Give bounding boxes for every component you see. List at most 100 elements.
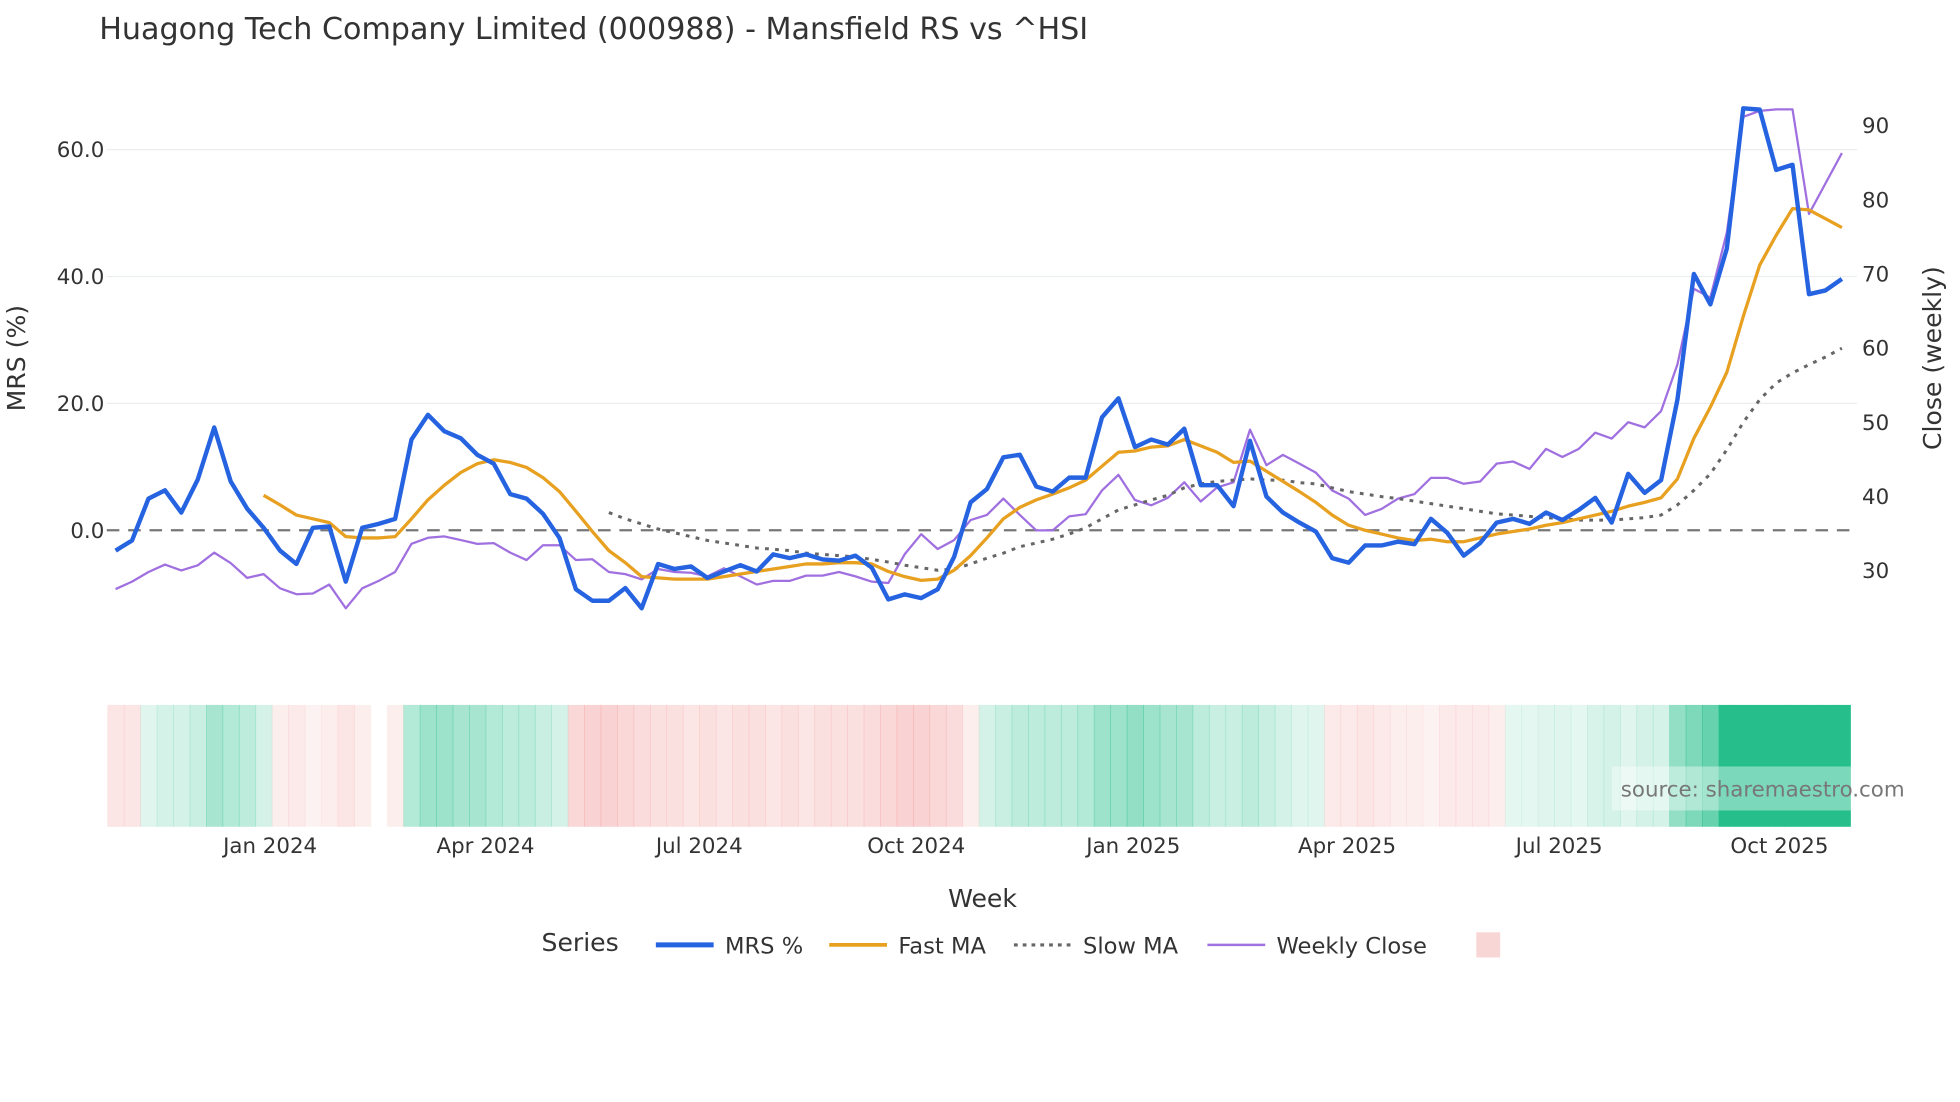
x-tick-label: Jan 2025 [1084, 834, 1180, 859]
right-tick-label: 40 [1862, 485, 1889, 510]
heatmap-cell [978, 704, 996, 827]
left-tick-label: 0.0 [70, 519, 104, 544]
heatmap-cell [238, 704, 257, 827]
heatmap-cell [1110, 704, 1128, 827]
heatmap-cell [765, 704, 783, 827]
heatmap-cell [1422, 704, 1440, 827]
heatmap-cell [880, 704, 898, 827]
heatmap-cell [617, 704, 635, 827]
heatmap-cell [1291, 704, 1309, 827]
heatmap-cell [1488, 704, 1506, 827]
right-tick-label: 30 [1862, 559, 1889, 584]
right-tick-label: 80 [1862, 188, 1889, 213]
heatmap-cell [469, 704, 487, 827]
x-tick-label: Apr 2024 [436, 834, 534, 859]
heatmap-cell [337, 704, 355, 827]
series-line-fast-ma [262, 206, 1843, 583]
legend-label-slow-ma: Slow MA [1083, 934, 1179, 960]
legend-item-fast-ma[interactable]: Fast MA [829, 934, 986, 960]
heatmap-cell [1570, 704, 1588, 827]
heatmap-cell [896, 704, 914, 827]
heatmap-cell [501, 704, 520, 827]
left-axis-title: MRS (%) [2, 305, 31, 411]
heatmap-cell [666, 704, 684, 827]
heatmap-cell [452, 704, 470, 827]
heatmap-cell [1406, 704, 1424, 827]
legend-label-fast-ma: Fast MA [898, 934, 986, 960]
heatmap-cell [1011, 704, 1029, 827]
left-tick-label: 40.0 [57, 265, 105, 290]
heatmap-cell [1455, 704, 1473, 827]
heatmap-cell [1274, 704, 1292, 827]
legend-item-mrs[interactable]: MRS % [655, 934, 803, 960]
heatmap-cell [1373, 704, 1391, 827]
heatmap-cell [189, 704, 207, 827]
left-tick-label: 60.0 [57, 138, 105, 163]
x-tick-label: Jan 2024 [221, 834, 317, 859]
heatmap-cell [1060, 704, 1079, 827]
series-line-weekly-close [115, 108, 1843, 610]
heatmap-cell [436, 704, 454, 827]
heatmap-cell [173, 704, 191, 827]
heatmap-cell [567, 704, 585, 827]
legend-swatch-heatmap[interactable] [1476, 932, 1501, 958]
legend-item-weekly-close[interactable]: Weekly Close [1207, 934, 1427, 960]
left-tick-label: 20.0 [57, 392, 105, 417]
right-tick-label: 60 [1862, 337, 1889, 362]
heatmap-cell [715, 704, 733, 827]
x-axis-title: Week [948, 884, 1017, 913]
heatmap-cell [847, 704, 865, 827]
heatmap-cell [271, 704, 289, 827]
heatmap-cell [1504, 704, 1523, 827]
heatmap-cell [699, 704, 717, 827]
heatmap-cell [222, 704, 240, 827]
heatmap-cell [1044, 704, 1062, 827]
heatmap-cell [1241, 704, 1259, 827]
regime-heatmap [107, 704, 1851, 827]
heatmap-cell [584, 704, 602, 827]
heatmap-cell [485, 704, 503, 827]
source-label: source: sharemaestro.com [1621, 778, 1905, 803]
series-lines [114, 106, 1844, 611]
heatmap-cell [140, 704, 158, 827]
mrs-chart: Huagong Tech Company Limited (000988) - … [2, 12, 1947, 960]
legend-label-weekly-close: Weekly Close [1277, 934, 1427, 960]
heatmap-cell [206, 704, 224, 827]
heatmap-cell [1192, 704, 1210, 827]
heatmap-cell [945, 704, 964, 827]
heatmap-cell [1126, 704, 1144, 827]
heatmap-cell [403, 704, 421, 827]
heatmap-cell [962, 704, 980, 827]
heatmap-cell [1143, 704, 1161, 827]
legend-label-mrs: MRS % [725, 934, 803, 960]
heatmap-cell [748, 704, 766, 827]
heatmap-cell [1340, 704, 1358, 827]
heatmap-cell [1159, 704, 1177, 827]
heatmap-cell [419, 704, 437, 827]
heatmap-cell [1093, 704, 1112, 827]
heatmap-cell [1225, 704, 1243, 827]
heatmap-cell [1554, 704, 1572, 827]
chart-title: Huagong Tech Company Limited (000988) - … [99, 12, 1088, 47]
heatmap-cell [107, 704, 125, 827]
x-tick-label: Jul 2025 [1514, 834, 1603, 859]
heatmap-cell [600, 704, 618, 827]
heatmap-cell [288, 704, 306, 827]
x-tick-label: Apr 2025 [1298, 834, 1396, 859]
heatmap-cell [304, 704, 322, 827]
heatmap-cell [929, 704, 947, 827]
heatmap-cell [863, 704, 881, 827]
heatmap-cell [255, 704, 273, 827]
heatmap-cell [353, 704, 372, 827]
heatmap-cell [321, 704, 339, 827]
heatmap-cell [1176, 704, 1194, 827]
heatmap-cell [830, 704, 848, 827]
heatmap-cell [633, 704, 651, 827]
heatmap-cell [995, 704, 1013, 827]
heatmap-cell [1356, 704, 1375, 827]
x-tick-label: Oct 2024 [867, 834, 965, 859]
heatmap-cell [534, 704, 553, 827]
heatmap-cell [1521, 704, 1539, 827]
legend-item-slow-ma[interactable]: Slow MA [1013, 934, 1179, 960]
heatmap-cell [518, 704, 536, 827]
